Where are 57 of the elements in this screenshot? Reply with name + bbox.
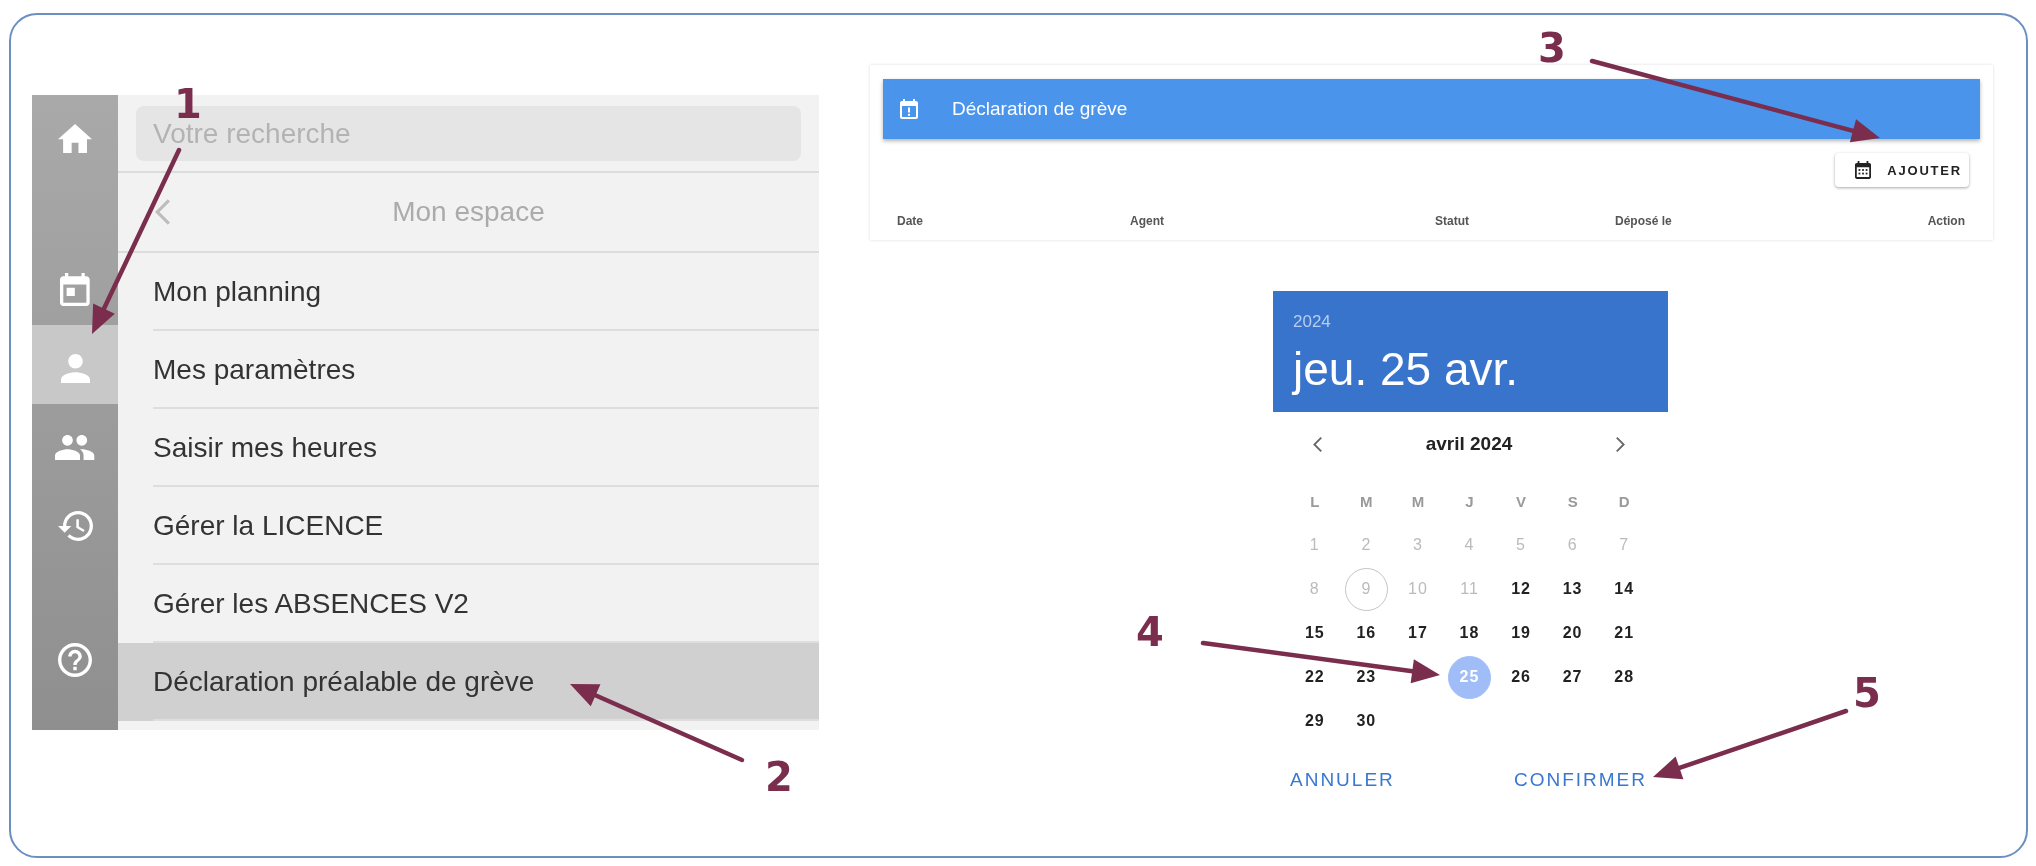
calendar-day[interactable]: 23 — [1344, 655, 1388, 699]
weekday-label: J — [1465, 492, 1474, 510]
add-button[interactable]: AJOUTER — [1835, 153, 1969, 187]
menu-title: Mon espace — [392, 196, 545, 228]
annotation-number: 2 — [765, 754, 793, 800]
annotation-number: 4 — [1136, 609, 1164, 655]
chevron-left-icon[interactable] — [1313, 436, 1322, 452]
history-icon — [57, 511, 93, 541]
weekday-label: S — [1567, 492, 1578, 510]
column-header: Déposé le — [1615, 213, 1673, 230]
calendar-day[interactable]: 18 — [1448, 611, 1491, 655]
calendar-exclamation-icon — [900, 99, 918, 119]
group-icon — [55, 434, 95, 460]
menu-item[interactable]: Déclaration préalable de grève — [118, 643, 819, 721]
menu-item[interactable]: Gérer les ABSENCES V2 — [118, 565, 819, 643]
confirm-button[interactable]: CONFIRMER — [1505, 760, 1653, 800]
back-chevron-icon[interactable] — [155, 199, 170, 225]
calendar-icon — [60, 272, 90, 306]
column-header: Agent — [1130, 213, 1165, 230]
calendar-day[interactable]: 26 — [1499, 655, 1543, 699]
weekday-label: V — [1516, 492, 1527, 510]
selected-date: jeu. 25 avr. — [1293, 343, 1520, 395]
menu-item[interactable]: Gérer la LICENCE — [118, 487, 819, 565]
menu-item[interactable]: Mes paramètres — [118, 331, 819, 409]
annotation-number: 5 — [1853, 670, 1881, 716]
calendar-day[interactable]: 12 — [1499, 567, 1543, 611]
calendar-day[interactable]: 22 — [1293, 655, 1337, 699]
chevron-right-icon[interactable] — [1616, 436, 1625, 452]
calendar-day[interactable]: 21 — [1602, 611, 1646, 655]
column-header: Date — [897, 213, 924, 230]
calendar-day[interactable]: 16 — [1344, 611, 1388, 655]
column-header: Action — [1927, 213, 1965, 230]
menu-item[interactable]: Saisir mes heures — [118, 409, 819, 487]
cancel-button[interactable]: ANNULER — [1282, 760, 1401, 800]
calendar-day[interactable]: 17 — [1396, 611, 1440, 655]
weekday-label: M — [1360, 492, 1373, 510]
month-label: avril 2024 — [1425, 433, 1513, 455]
calendar-day[interactable]: 15 — [1293, 611, 1337, 655]
calendar-day[interactable]: 28 — [1602, 655, 1646, 699]
calendar-day[interactable]: 27 — [1551, 655, 1595, 699]
column-header: Statut — [1435, 213, 1470, 230]
calendar-icon — [1855, 161, 1872, 179]
calendar-day[interactable]: 19 — [1499, 611, 1543, 655]
panel-title: Déclaration de grève — [952, 98, 1128, 120]
menu-item[interactable]: Mon planning — [118, 253, 819, 331]
calendar-day[interactable]: 14 — [1602, 567, 1646, 611]
calendar-day[interactable]: 13 — [1551, 567, 1595, 611]
home-icon — [57, 123, 93, 153]
calendar-day[interactable]: 30 — [1344, 699, 1388, 743]
weekday-label: D — [1618, 492, 1630, 510]
weekday-label: M — [1411, 492, 1425, 510]
help-icon — [58, 643, 92, 677]
person-icon — [60, 353, 90, 383]
weekday-label: L — [1310, 492, 1320, 510]
calendar-day[interactable]: 29 — [1293, 699, 1337, 743]
annotation-number: 3 — [1538, 25, 1566, 71]
calendar-day[interactable]: 20 — [1551, 611, 1595, 655]
